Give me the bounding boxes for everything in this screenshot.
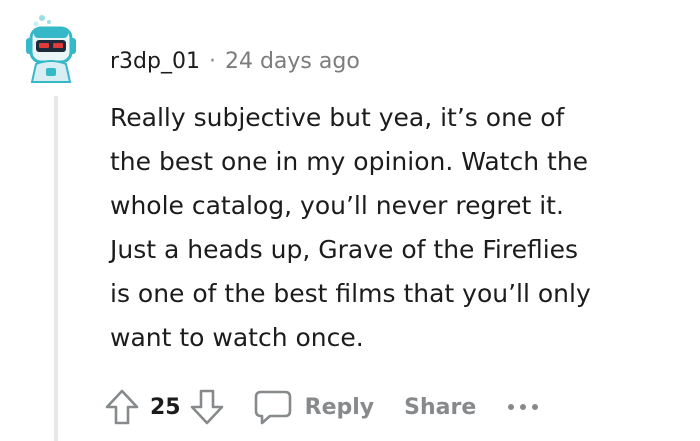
vote-score: 25 xyxy=(150,394,181,420)
more-options-button[interactable] xyxy=(506,401,540,413)
comment-line: is one of the best films that you’ll onl… xyxy=(110,279,591,308)
reply-button[interactable]: Reply xyxy=(253,388,375,426)
separator-dot: · xyxy=(208,48,216,74)
comment-line: want to watch once. xyxy=(110,323,364,352)
downvote-arrow-icon xyxy=(190,389,223,425)
upvote-button[interactable] xyxy=(104,388,140,426)
comment-line: Just a heads up, Grave of the Fireflies xyxy=(110,235,579,264)
more-dots-icon xyxy=(508,404,539,410)
speech-bubble-icon xyxy=(254,390,291,425)
reply-label: Reply xyxy=(304,394,375,420)
thread-line[interactable] xyxy=(54,96,58,441)
upvote-arrow-icon xyxy=(105,389,139,425)
comment-header: r3dp_01 · 24 days ago xyxy=(110,44,360,78)
username[interactable]: r3dp_01 xyxy=(110,49,200,74)
comment-line: the best one in my opinion. Watch the xyxy=(110,147,589,176)
robot-avatar-icon xyxy=(26,15,76,83)
comment-body: Really subjective but yea, it’s one of t… xyxy=(110,96,685,360)
comment-line: Really subjective but yea, it’s one of xyxy=(110,103,565,132)
avatar[interactable] xyxy=(22,14,80,84)
comment-actions: 25 Reply Share xyxy=(104,384,540,430)
downvote-button[interactable] xyxy=(189,388,225,426)
timestamp[interactable]: 24 days ago xyxy=(225,49,360,74)
comment-line: whole catalog, you’ll never regret it. xyxy=(110,191,564,220)
share-button[interactable]: Share xyxy=(404,395,476,420)
